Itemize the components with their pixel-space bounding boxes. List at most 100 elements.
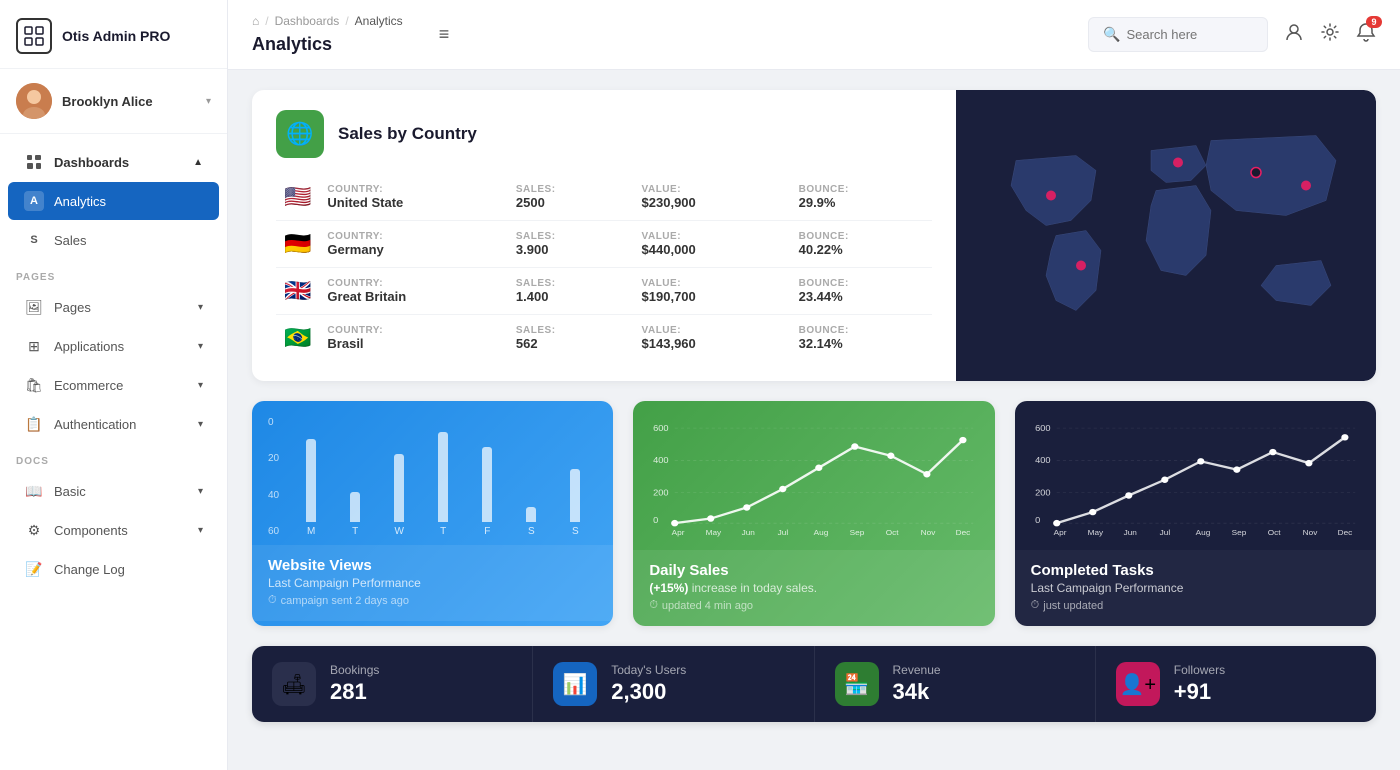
sidebar-item-sales[interactable]: S Sales — [8, 221, 219, 259]
sidebar-item-analytics[interactable]: A Analytics — [8, 182, 219, 220]
bar-col: S — [513, 507, 549, 537]
docs-section-label: DOCS — [0, 444, 227, 471]
components-chevron: ▾ — [198, 525, 203, 536]
stat-label: Followers — [1174, 663, 1225, 677]
daily-sales-info: Daily Sales (+15%) increase in today sal… — [633, 550, 994, 626]
stat-label: Revenue — [893, 663, 941, 677]
sales-letter: S — [24, 230, 44, 250]
pages-section-label: PAGES — [0, 260, 227, 287]
svg-text:Jul: Jul — [778, 529, 789, 537]
stat-icon-box: 🏪 — [835, 662, 879, 706]
applications-chevron: ▾ — [198, 341, 203, 352]
breadcrumb-dashboards: Dashboards — [275, 14, 340, 28]
sales-card-header: 🌐 Sales by Country — [276, 110, 932, 158]
completed-tasks-info: Completed Tasks Last Campaign Performanc… — [1015, 550, 1376, 626]
home-icon: ⌂ — [252, 14, 259, 28]
stat-item: 🛋 Bookings 281 — [252, 646, 533, 722]
svg-text:Oct: Oct — [886, 529, 900, 537]
svg-text:600: 600 — [653, 423, 669, 432]
country-flag: 🇬🇧 — [284, 278, 311, 303]
completed-tasks-chart-area: 600 400 200 0 — [1015, 401, 1376, 550]
bar — [350, 492, 360, 522]
search-box[interactable]: 🔍 — [1088, 17, 1268, 52]
sidebar-logo: Otis Admin PRO — [0, 0, 227, 69]
bar — [482, 447, 492, 522]
daily-sales-title: Daily Sales — [649, 562, 978, 579]
completed-tasks-chart: 600 400 200 0 — [1031, 417, 1360, 537]
country-table: 🇺🇸 Country: United State Sales: 2500 Val… — [276, 174, 932, 361]
stat-info: Bookings 281 — [330, 663, 379, 705]
website-views-subtitle: Last Campaign Performance — [268, 576, 597, 590]
completed-tasks-card: 600 400 200 0 — [1015, 401, 1376, 626]
bar-label: T — [352, 526, 358, 537]
country-flag: 🇧🇷 — [284, 325, 311, 350]
clock-icon3: ⏱ — [1031, 599, 1040, 612]
svg-text:May: May — [706, 529, 722, 537]
components-icon: ⚙ — [24, 520, 44, 540]
website-views-chart-area: 60 40 20 0 M T W T F S S — [252, 401, 613, 545]
user-chevron: ▾ — [206, 96, 211, 107]
bar-col: W — [381, 454, 417, 537]
settings-button[interactable] — [1320, 22, 1340, 47]
bar-chart: M T W T F S S — [289, 417, 597, 537]
svg-text:Jun: Jun — [742, 529, 755, 537]
sidebar-item-applications[interactable]: ⊞ Applications ▾ — [8, 327, 219, 365]
sidebar-user[interactable]: Brooklyn Alice ▾ — [0, 69, 227, 134]
page-title: Analytics — [252, 34, 332, 55]
sidebar-item-dashboards[interactable]: Dashboards ▲ — [8, 143, 219, 181]
sidebar-nav: Dashboards ▲ A Analytics S Sales PAGES 🖼… — [0, 134, 227, 770]
sidebar-item-changelog[interactable]: 📝 Change Log — [8, 550, 219, 588]
world-map — [956, 90, 1376, 381]
daily-sales-subtitle: (+15%) increase in today sales. — [649, 581, 978, 595]
sidebar-item-pages[interactable]: 🖼 Pages ▾ — [8, 288, 219, 326]
bar-label: S — [572, 526, 579, 537]
changelog-label: Change Log — [54, 562, 125, 577]
sidebar-item-components[interactable]: ⚙ Components ▾ — [8, 511, 219, 549]
svg-text:200: 200 — [1035, 488, 1051, 497]
sidebar-item-ecommerce[interactable]: 🛍 Ecommerce ▾ — [8, 366, 219, 404]
sidebar-item-basic[interactable]: 📖 Basic ▾ — [8, 472, 219, 510]
breadcrumb-sep1: / — [265, 14, 268, 28]
search-input[interactable] — [1126, 27, 1266, 42]
user-profile-button[interactable] — [1284, 22, 1304, 47]
user-name: Brooklyn Alice — [62, 94, 196, 109]
daily-sales-chart: .grid-line { stroke: rgba(255,255,255,0.… — [649, 417, 978, 537]
notification-badge: 9 — [1366, 16, 1382, 28]
table-row: 🇩🇪 Country: Germany Sales: 3.900 Value: … — [276, 221, 932, 268]
stat-value: 2,300 — [611, 679, 686, 705]
daily-sales-chart-area: .grid-line { stroke: rgba(255,255,255,0.… — [633, 401, 994, 550]
stat-label: Today's Users — [611, 663, 686, 677]
sales-left-panel: 🌐 Sales by Country 🇺🇸 Country: United St… — [252, 90, 956, 381]
stat-info: Today's Users 2,300 — [611, 663, 686, 705]
avatar — [16, 83, 52, 119]
svg-text:400: 400 — [653, 456, 669, 465]
search-icon: 🔍 — [1103, 26, 1120, 43]
stat-value: +91 — [1174, 679, 1225, 705]
charts-row: 60 40 20 0 M T W T F S S — [252, 401, 1376, 626]
notifications-button[interactable]: 9 — [1356, 22, 1376, 47]
components-label: Components — [54, 523, 128, 538]
dashboards-chevron: ▲ — [193, 157, 203, 168]
svg-text:Sep: Sep — [850, 529, 865, 537]
svg-text:Jun: Jun — [1123, 529, 1136, 537]
authentication-icon: 📋 — [24, 414, 44, 434]
country-flag: 🇩🇪 — [284, 231, 311, 256]
menu-toggle-button[interactable]: ≡ — [439, 24, 450, 45]
logo-icon — [16, 18, 52, 54]
sales-card-title: Sales by Country — [338, 124, 477, 144]
authentication-chevron: ▾ — [198, 419, 203, 430]
globe-icon: 🌐 — [276, 110, 324, 158]
logo-text: Otis Admin PRO — [62, 28, 170, 44]
website-views-card: 60 40 20 0 M T W T F S S — [252, 401, 613, 626]
svg-text:Aug: Aug — [814, 529, 829, 537]
sidebar-item-authentication[interactable]: 📋 Authentication ▾ — [8, 405, 219, 443]
clock-icon: ⏱ — [268, 594, 277, 607]
stat-icon: 📊 — [563, 672, 588, 697]
svg-text:Nov: Nov — [1302, 529, 1317, 537]
stat-item: 👤+ Followers +91 — [1096, 646, 1376, 722]
bar-col: T — [425, 432, 461, 537]
sidebar: Otis Admin PRO Brooklyn Alice ▾ Das — [0, 0, 228, 770]
main-content: ⌂ / Dashboards / Analytics Analytics ≡ 🔍 — [228, 0, 1400, 770]
website-views-info: Website Views Last Campaign Performance … — [252, 545, 613, 621]
bar-col: M — [293, 439, 329, 537]
